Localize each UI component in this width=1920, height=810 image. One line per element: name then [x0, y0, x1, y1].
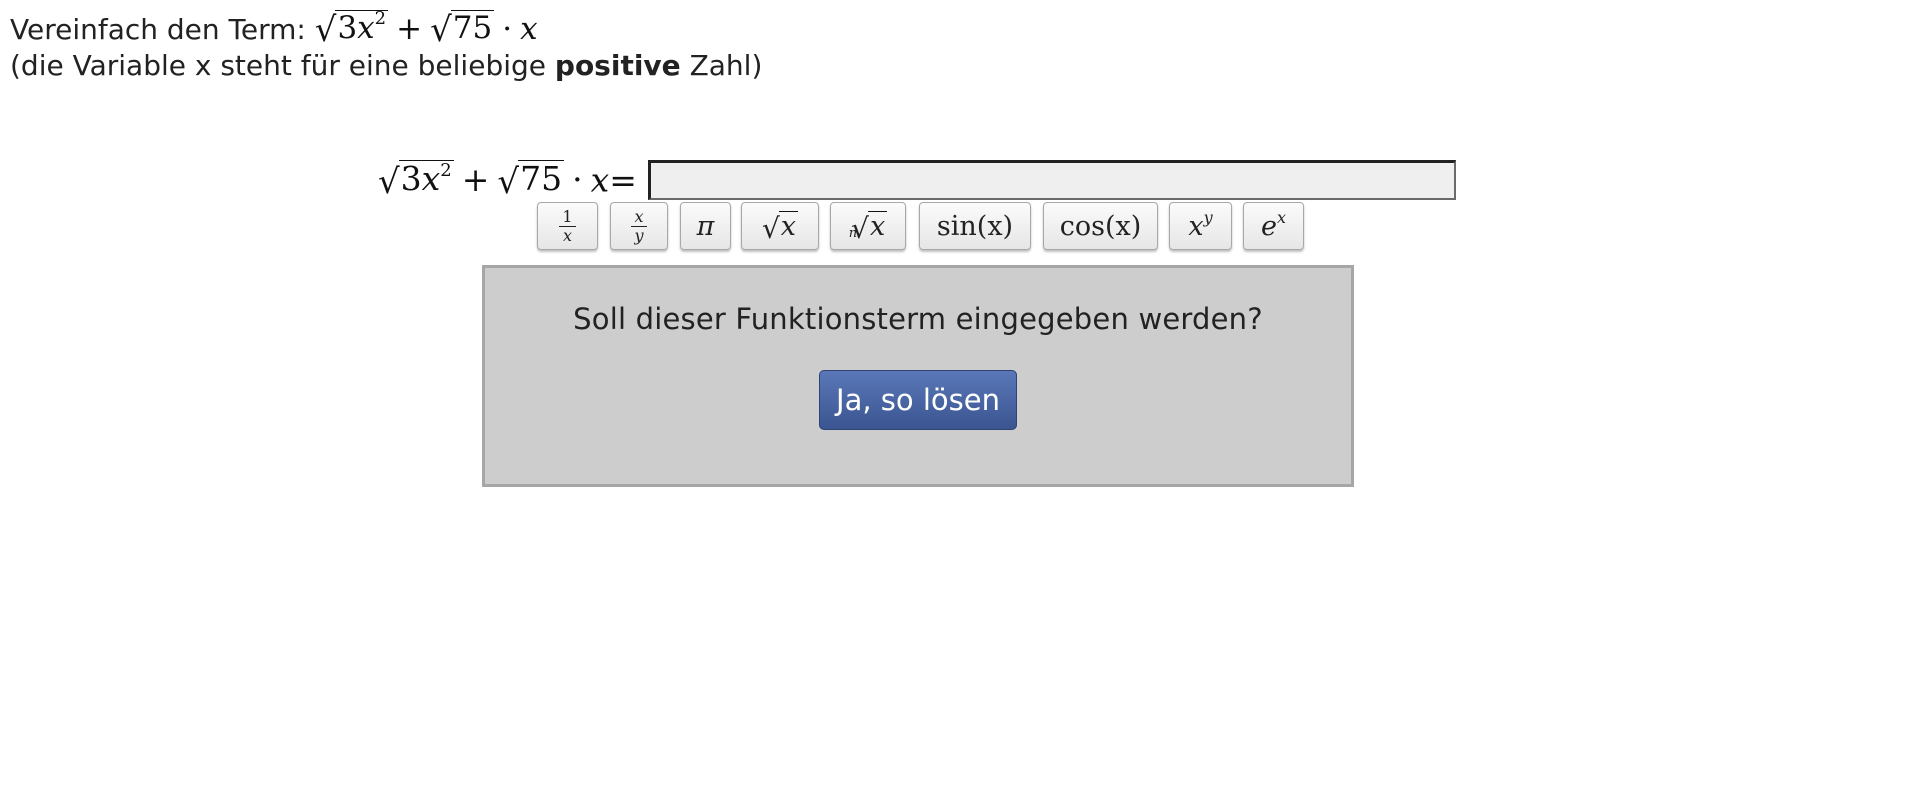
pi-symbol: π	[696, 210, 715, 242]
cos-key[interactable]: cos(x)	[1043, 202, 1158, 250]
sqrt-75: √ 75	[430, 10, 495, 51]
term-var: x	[421, 159, 441, 198]
recip-den: x	[562, 225, 573, 245]
pow-exp: y	[1203, 207, 1213, 227]
confirm-question: Soll dieser Funktionsterm eingegeben wer…	[573, 302, 1263, 336]
term-var-2: x	[590, 160, 610, 200]
sqrt-arg: x	[778, 210, 799, 242]
nth-root-icon: n √ x	[848, 210, 888, 246]
sin-key[interactable]: sin(x)	[919, 202, 1031, 250]
solve-button[interactable]: Ja, so lösen	[819, 370, 1017, 430]
cos-label: cos(x)	[1059, 210, 1142, 242]
sqrt-icon: √ x	[761, 210, 799, 246]
plus-sign: +	[396, 11, 423, 48]
term-var-2: x	[520, 11, 538, 48]
sqrt-key[interactable]: √ x	[741, 202, 819, 250]
frac-den: y	[634, 225, 644, 245]
power-key[interactable]: xy	[1169, 202, 1232, 250]
term-exp: 2	[374, 8, 387, 29]
sqrt-3x2: √ 3x2	[378, 159, 454, 203]
recip-num: 1	[559, 207, 576, 227]
term-coef1: 3	[337, 10, 358, 46]
reciprocal-key[interactable]: 1x	[537, 202, 598, 250]
task-statement: Vereinfach den Term: √ 3x2 + √ 75 · x (die Var…	[10, 10, 762, 84]
exp-base: e	[1260, 210, 1277, 242]
term-exp: 2	[440, 160, 452, 181]
task-hint: (die Variable x steht für eine beliebige…	[10, 48, 762, 84]
term-var: x	[357, 10, 375, 46]
plus-sign: +	[461, 160, 490, 200]
confirm-panel: Soll dieser Funktionsterm eingegeben wer…	[482, 265, 1354, 487]
hint-bold: positive	[554, 49, 681, 83]
term-coef2: 75	[450, 10, 495, 46]
sqrt-3x2: √ 3x2	[314, 8, 389, 51]
pow-base: x	[1188, 210, 1204, 242]
frac-num: x	[631, 207, 647, 227]
term-coef1: 3	[400, 159, 422, 198]
sqrt-75: √ 75	[497, 159, 565, 203]
answer-term: √ 3x2 + √ 75 · x=	[378, 160, 637, 199]
hint-before: (die Variable x steht für eine beliebige	[10, 49, 546, 83]
answer-label: √ 3x2 + √ 75 · x=	[378, 160, 637, 199]
fraction-key[interactable]: xy	[610, 202, 668, 250]
exp-key[interactable]: ex	[1243, 202, 1304, 250]
task-line: Vereinfach den Term: √ 3x2 + √ 75 · x	[10, 10, 762, 48]
dot-sign: ·	[502, 11, 513, 48]
task-prefix: Vereinfach den Term:	[10, 13, 306, 47]
task-term: √ 3x2 + √ 75 · x	[314, 8, 538, 51]
equals-sign: =	[609, 160, 637, 200]
sin-label: sin(x)	[936, 210, 1014, 242]
pi-key[interactable]: π	[680, 202, 731, 250]
hint-after: Zahl)	[689, 49, 763, 83]
dot-sign: ·	[572, 160, 583, 200]
nroot-arg: x	[867, 210, 888, 242]
answer-input[interactable]	[648, 160, 1456, 200]
term-coef2: 75	[518, 159, 565, 198]
nth-root-key[interactable]: n √ x	[830, 202, 906, 250]
exp-exp: x	[1276, 207, 1286, 227]
